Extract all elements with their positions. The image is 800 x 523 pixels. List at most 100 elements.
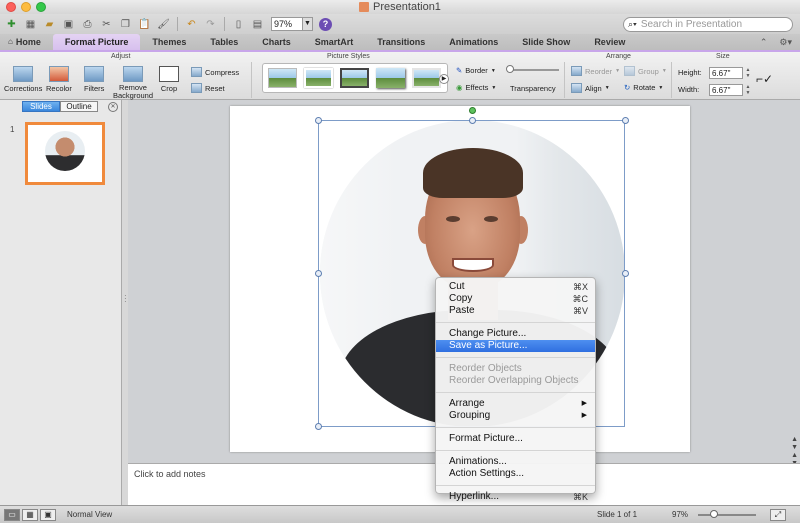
menu-item-cut[interactable]: Cut ⌘X — [436, 281, 595, 293]
resize-handle-bottom-left[interactable] — [315, 423, 322, 430]
zoom-window-button[interactable] — [36, 2, 46, 12]
menu-item-arrange[interactable]: Arrange ▶ — [436, 398, 595, 410]
print-icon[interactable]: ⎙ — [80, 17, 95, 32]
zoom-dropdown-icon[interactable]: ▼ — [303, 17, 313, 31]
picture-style-4[interactable] — [376, 68, 405, 88]
filters-button[interactable]: Filters — [84, 66, 104, 93]
remove-background-button[interactable]: Remove Background — [113, 66, 153, 100]
window-controls — [6, 2, 46, 12]
menu-item-action-settings[interactable]: Action Settings... — [436, 468, 595, 480]
height-input[interactable]: 6.67" — [709, 67, 743, 79]
new-slide-icon[interactable]: ✚ — [4, 17, 19, 32]
styles-more-icon[interactable]: ▶ — [439, 74, 449, 84]
reset-button[interactable]: Reset — [191, 83, 225, 93]
menu-item-paste[interactable]: Paste ⌘V — [436, 305, 595, 317]
redo-icon[interactable]: ↷ — [203, 17, 218, 32]
minimize-window-button[interactable] — [21, 2, 31, 12]
fit-to-window-icon[interactable]: ⤢ — [770, 509, 786, 521]
pane-splitter-grip[interactable]: · · · — [124, 292, 127, 306]
resize-handle-left[interactable] — [315, 270, 322, 277]
paste-icon[interactable]: 📋 — [137, 17, 152, 32]
menu-item-format-picture[interactable]: Format Picture... — [436, 433, 595, 445]
border-button[interactable]: ✎ Border ▼ — [456, 66, 496, 75]
tab-transitions[interactable]: Transitions — [365, 34, 437, 50]
align-button[interactable]: Align ▼ — [571, 83, 610, 93]
picture-style-1[interactable] — [268, 68, 297, 88]
gallery-icon[interactable]: ▦ — [23, 17, 38, 32]
corrections-button[interactable]: Corrections — [4, 66, 42, 93]
resize-handle-right[interactable] — [622, 270, 629, 277]
format-painter-icon[interactable]: 🖌 — [156, 17, 171, 32]
compress-button[interactable]: Compress — [191, 67, 239, 77]
rotation-handle[interactable] — [469, 107, 476, 114]
rotate-button[interactable]: ↻ Rotate ▼ — [624, 83, 663, 92]
close-window-button[interactable] — [6, 2, 16, 12]
ribbon-settings-icon[interactable]: ⚙▾ — [779, 34, 792, 50]
save-icon[interactable]: ▣ — [61, 17, 76, 32]
corrections-icon — [13, 66, 34, 82]
width-stepper[interactable]: ▲ ▼ — [745, 84, 751, 96]
undo-icon[interactable]: ↶ — [184, 17, 199, 32]
height-stepper[interactable]: ▲ ▼ — [745, 67, 751, 79]
slide-thumbnail[interactable] — [25, 122, 105, 185]
transparency-slider[interactable] — [506, 65, 559, 73]
crop-button[interactable]: Crop — [159, 66, 179, 93]
close-pane-icon[interactable]: ✕ — [108, 102, 118, 112]
slide-sorter-icon[interactable]: ▦ — [22, 509, 38, 521]
tab-home[interactable]: ⌂ Home — [0, 34, 53, 50]
rotate-icon: ↻ — [624, 83, 631, 92]
status-zoom: 97% — [672, 510, 689, 519]
resize-handle-top-left[interactable] — [315, 117, 322, 124]
help-icon[interactable]: ? — [319, 17, 332, 31]
tab-tables[interactable]: Tables — [198, 34, 250, 50]
resize-handle-top-right[interactable] — [622, 117, 629, 124]
tab-format-picture[interactable]: Format Picture — [52, 34, 141, 50]
open-folder-icon[interactable]: ▰ — [42, 17, 57, 32]
normal-view-icon[interactable]: ▭ — [4, 509, 20, 521]
effects-icon: ◉ — [456, 83, 463, 92]
recolor-button[interactable]: Recolor — [46, 66, 72, 93]
collapse-ribbon-icon[interactable]: ⌃ — [760, 34, 768, 50]
reorder-dropdown-icon: ▼ — [615, 68, 621, 74]
reorder-button[interactable]: Reorder ▼ — [571, 66, 620, 76]
menu-item-save-as-picture[interactable]: Save as Picture... — [436, 340, 595, 352]
zoom-slider-knob[interactable] — [710, 510, 718, 518]
sidebar-toggle-icon[interactable]: ▯ — [231, 17, 246, 32]
copy-icon[interactable]: ❐ — [118, 17, 133, 32]
menu-item-grouping[interactable]: Grouping ▶ — [436, 410, 595, 422]
picture-style-2[interactable] — [304, 68, 333, 88]
resize-handle-top[interactable] — [469, 117, 476, 124]
width-input[interactable]: 6.67" — [709, 84, 743, 96]
media-browser-icon[interactable]: ▤ — [250, 17, 265, 32]
picture-style-5[interactable] — [412, 68, 441, 88]
tab-slides[interactable]: Slides — [22, 101, 60, 112]
tab-animations[interactable]: Animations — [437, 34, 510, 50]
picture-style-3[interactable] — [340, 68, 369, 88]
group-label-picture-styles: Picture Styles — [327, 53, 370, 60]
height-label: Height: — [678, 68, 702, 77]
zoom-input[interactable]: 97% — [271, 17, 303, 31]
menu-item-copy[interactable]: Copy ⌘C — [436, 293, 595, 305]
ribbon-divider — [671, 62, 672, 98]
tab-smartart[interactable]: SmartArt — [303, 34, 366, 50]
rotate-dropdown-icon: ▼ — [658, 84, 664, 91]
tab-outline[interactable]: Outline — [60, 101, 98, 112]
lock-aspect-ratio-icon[interactable]: ⌐✓ — [756, 72, 773, 86]
transparency-slider-knob[interactable] — [506, 65, 514, 73]
tab-review[interactable]: Review — [582, 34, 637, 50]
slide-show-icon[interactable]: ▣ — [40, 509, 56, 521]
pane-view-switcher: Slides Outline — [22, 101, 98, 112]
group-button[interactable]: Group ▼ — [624, 66, 667, 76]
slide-info: Slide 1 of 1 — [597, 510, 638, 519]
tab-charts[interactable]: Charts — [250, 34, 303, 50]
search-field[interactable]: ⌕▾ Search in Presentation — [623, 17, 793, 32]
tab-themes[interactable]: Themes — [140, 34, 198, 50]
tab-slide-show[interactable]: Slide Show — [510, 34, 582, 50]
effects-button[interactable]: ◉ Effects ▼ — [456, 83, 496, 92]
presentation-document-icon — [359, 2, 370, 12]
menu-item-animations[interactable]: Animations... — [436, 456, 595, 468]
zoom-slider[interactable] — [698, 510, 756, 518]
menu-item-hyperlink[interactable]: Hyperlink... ⌘K — [436, 491, 595, 503]
menu-item-change-picture[interactable]: Change Picture... — [436, 328, 595, 340]
cut-icon[interactable]: ✂ — [99, 17, 114, 32]
